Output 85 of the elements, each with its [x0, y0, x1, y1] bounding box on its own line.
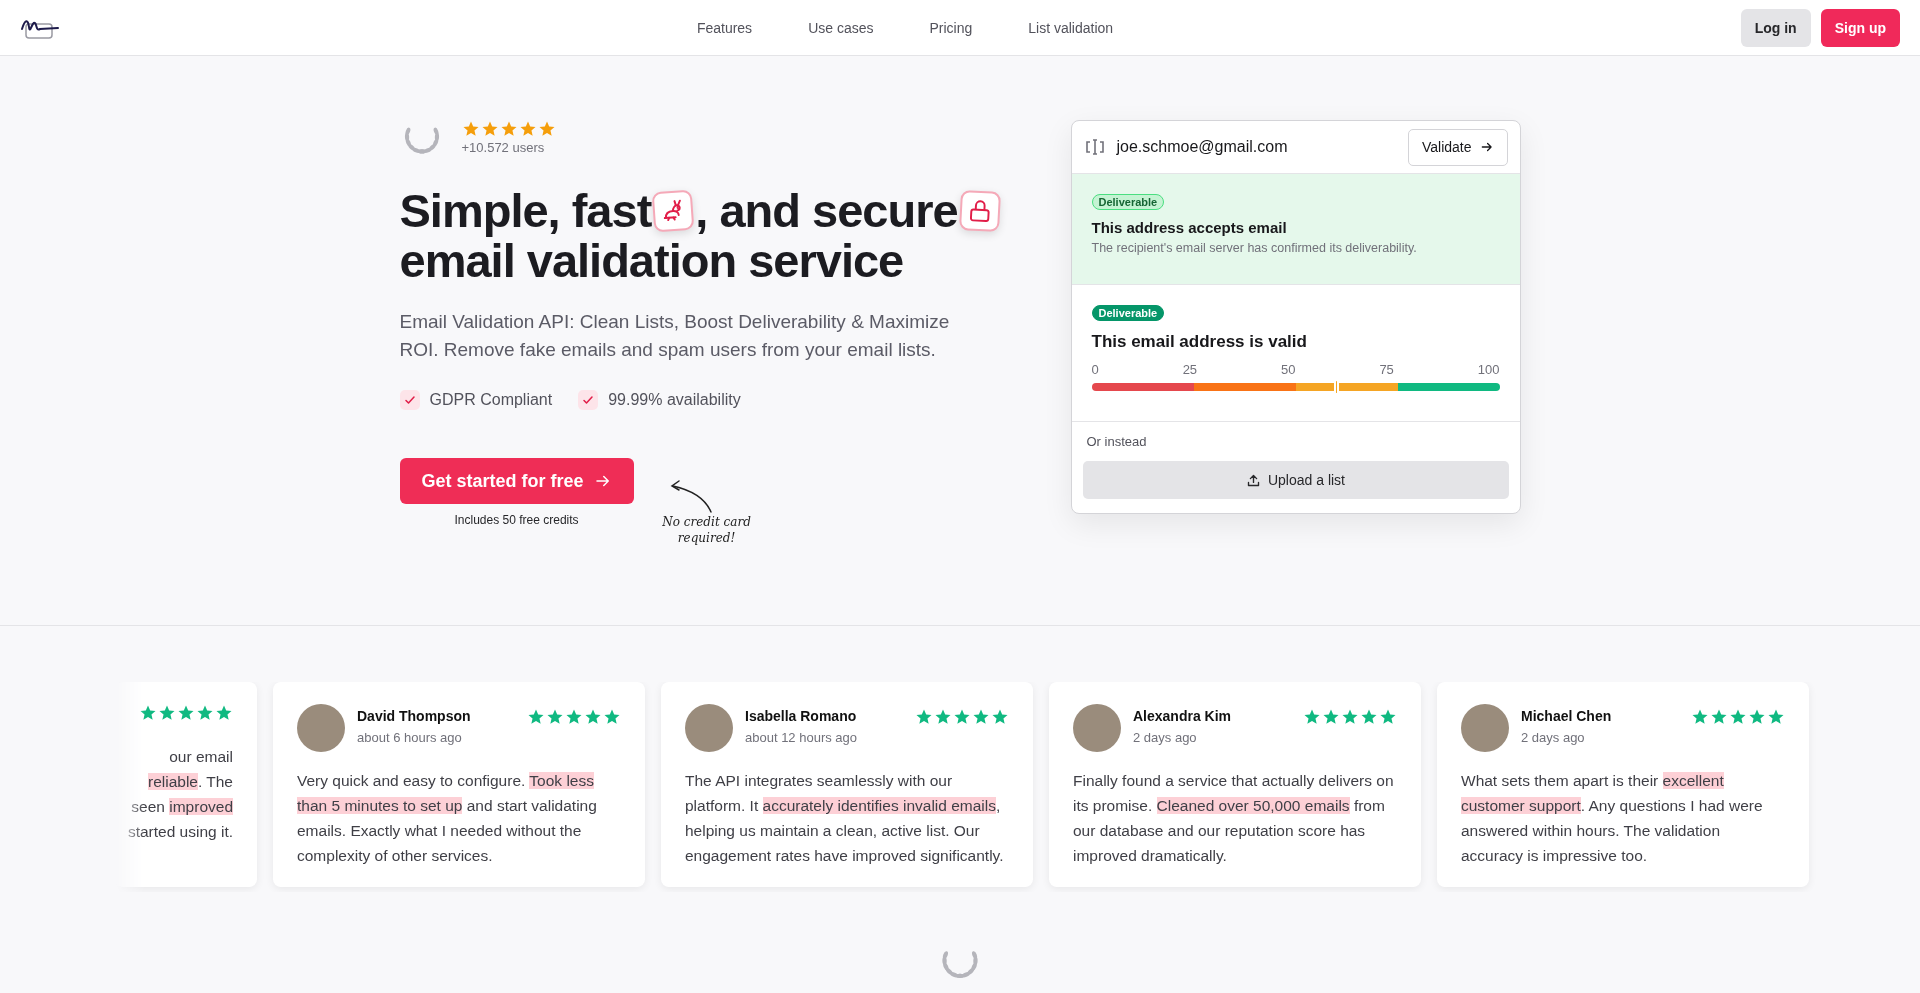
- star-icon: [196, 704, 214, 722]
- avatar: [1073, 704, 1121, 752]
- star-icon: [1767, 708, 1785, 726]
- signup-button[interactable]: Sign up: [1820, 8, 1900, 47]
- review-text: seen improved: [131, 797, 233, 817]
- star-icon: [1303, 708, 1321, 726]
- star-icon: [953, 708, 971, 726]
- review-text: reliable. The: [147, 772, 233, 792]
- scale-label: 50: [1281, 362, 1296, 377]
- rabbit-icon: [651, 189, 695, 233]
- review-text: Very quick and easy to configure. Took less than 5 minutes to set up and start validating emails. Exactly what I needed without the complexity of other services.: [297, 771, 598, 866]
- star-icon: [518, 120, 537, 138]
- star-icon: [565, 708, 583, 726]
- star-icon: [1379, 708, 1397, 726]
- reviewer-name: Michael Chen: [1521, 708, 1613, 724]
- star-icon: [991, 708, 1009, 726]
- review-time: 2 days ago: [1521, 730, 1586, 745]
- reviewer-name: Isabella Romano: [745, 708, 858, 724]
- star-icon: [972, 708, 990, 726]
- avatar: [297, 704, 345, 752]
- scale-label: 100: [1477, 362, 1500, 377]
- nav-link[interactable]: Use cases: [808, 19, 874, 36]
- review-time: 2 days ago: [1133, 730, 1198, 745]
- upload-icon: [1245, 472, 1261, 488]
- scale-label: 25: [1182, 362, 1198, 377]
- upload-button[interactable]: Upload a list: [1082, 461, 1509, 499]
- star-icon: [1322, 708, 1340, 726]
- scale-label: 75: [1379, 362, 1394, 377]
- avatar: [685, 704, 733, 752]
- review-time: about 12 hours ago: [745, 730, 859, 745]
- get-started-button[interactable]: Get started for free: [399, 458, 634, 504]
- star-icon: [1710, 708, 1728, 726]
- star-icon: [1748, 708, 1766, 726]
- nav-link[interactable]: Pricing: [929, 19, 973, 36]
- star-icon: [139, 704, 157, 722]
- star-icon: [1729, 708, 1747, 726]
- star-icon: [1341, 708, 1359, 726]
- status-badge: Deliverable: [1091, 305, 1165, 321]
- review-text: our email: [169, 747, 233, 767]
- credits-note: Includes 50 free credits: [454, 513, 579, 527]
- nav-link[interactable]: List validation: [1028, 19, 1114, 36]
- star-icon: [158, 704, 176, 722]
- star-icon: [527, 708, 545, 726]
- star-icon: [177, 704, 195, 722]
- review-time: about 6 hours ago: [357, 730, 463, 745]
- headline-text: , and secure: [695, 186, 958, 236]
- star-icon: [1691, 708, 1709, 726]
- feature-label: GDPR Compliant: [429, 391, 553, 409]
- scale-label: 0: [1091, 362, 1099, 377]
- headline-text: Simple, fast: [399, 186, 652, 236]
- result-title: This email address is valid: [1091, 332, 1308, 352]
- review-text: The API integrates seamlessly with our platform. It accurately identifies invalid emails, helping us maintain a clean, active list. Our engagement rates have improved significantly.: [685, 771, 1005, 866]
- reviewer-name: Alexandra Kim: [1133, 708, 1233, 724]
- star-icon: [461, 120, 480, 138]
- nav-link[interactable]: Features: [696, 19, 753, 36]
- review-text: Finally found a service that actually delivers on its promise. Cleaned over 50,000 emails from our database and our reputation score has improved dramatically.: [1073, 771, 1395, 866]
- validate-button[interactable]: Validate: [1407, 128, 1508, 166]
- user-count: +10.572 users: [461, 140, 546, 155]
- alternative-label: Or instead: [1085, 434, 1148, 449]
- subtitle: Email Validation API: Clean Lists, Boost Deliverability & Maximize ROI. Remove fake emails and spam users from your email lists.: [399, 310, 951, 362]
- star-icon: [215, 704, 233, 722]
- avatar: [1461, 704, 1509, 752]
- headline-text: email validation service: [399, 236, 904, 286]
- login-button[interactable]: Log in: [1740, 8, 1811, 47]
- star-icon: [499, 120, 518, 138]
- email-field[interactable]: joe.schmoe@gmail.com: [1084, 138, 1288, 156]
- star-icon: [603, 708, 621, 726]
- star-icon: [1360, 708, 1378, 726]
- result-title: This address accepts email: [1091, 219, 1288, 236]
- reviewer-name: David Thompson: [357, 708, 472, 724]
- star-icon: [480, 120, 499, 138]
- result-description: The recipient's email server has confirmed its deliverability.: [1091, 241, 1418, 255]
- review-text: What sets them apart is their excellent customer support. Any questions I had were answered within hours. The validation accuracy is impressive too.: [1461, 771, 1764, 866]
- arrow-right-icon: [1479, 140, 1494, 154]
- star-icon: [546, 708, 564, 726]
- feature-label: 99.99% availability: [608, 391, 741, 409]
- star-icon: [584, 708, 602, 726]
- status-badge: Deliverable: [1091, 194, 1165, 210]
- lock-icon: [958, 190, 1001, 232]
- star-icon: [537, 120, 556, 138]
- text-cursor-icon: [1084, 138, 1105, 156]
- star-icon: [934, 708, 952, 726]
- star-icon: [915, 708, 933, 726]
- review-text: started using it.: [127, 822, 233, 842]
- handwritten-note: No credit card required!: [661, 514, 752, 546]
